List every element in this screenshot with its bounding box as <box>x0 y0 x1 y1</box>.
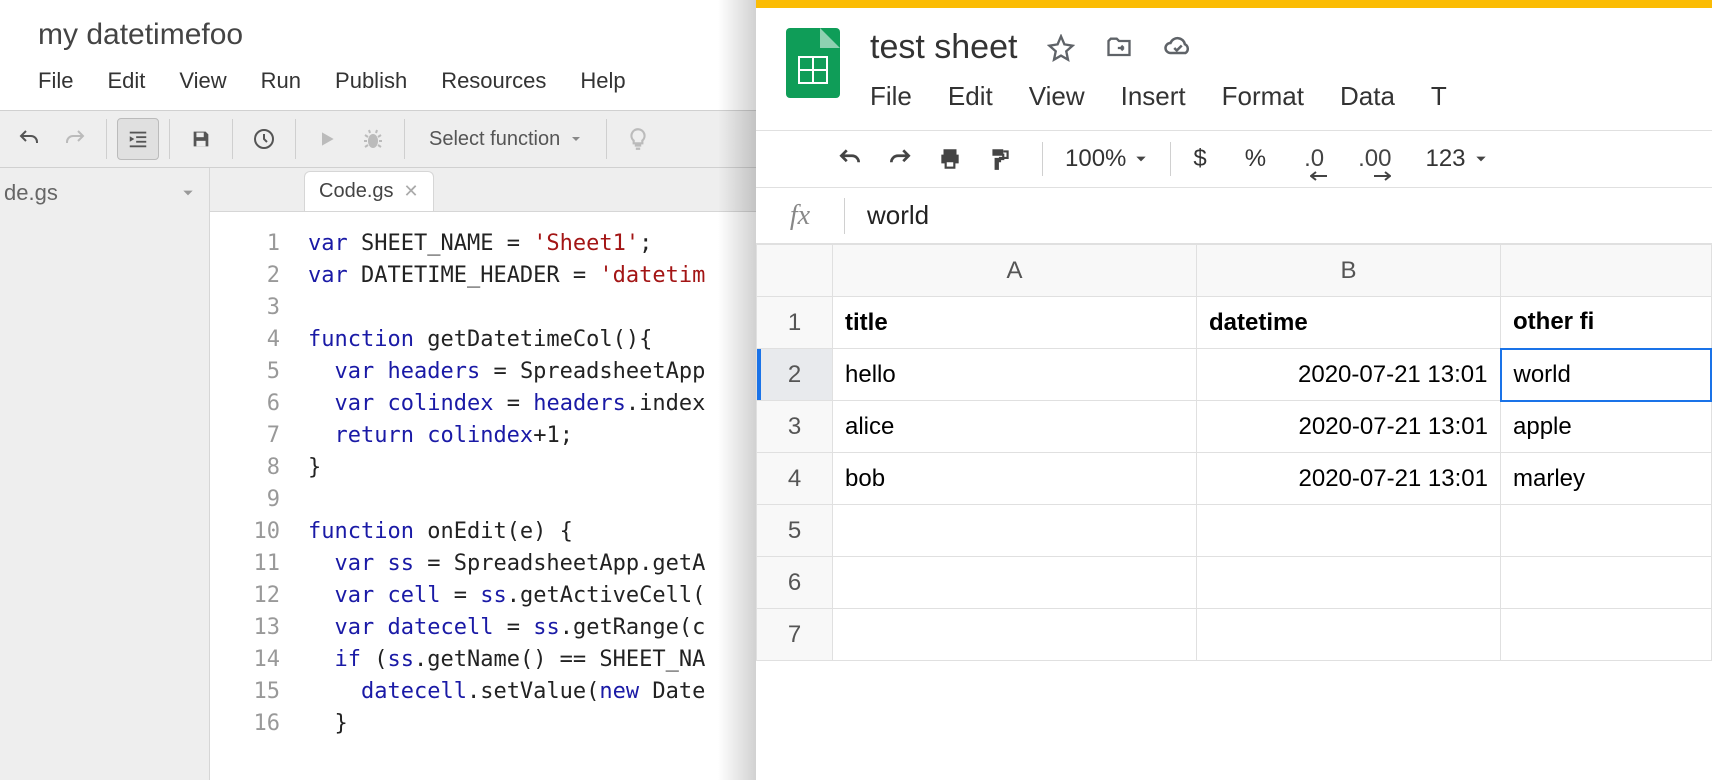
zoom-selector[interactable]: 100% <box>1065 145 1148 173</box>
sheets-menubar: File Edit View Insert Format Data T <box>870 67 1712 130</box>
menu-insert[interactable]: Insert <box>1121 81 1186 112</box>
function-selector[interactable]: Select function <box>415 128 596 151</box>
code-text[interactable]: var SHEET_NAME = 'Sheet1';var DATETIME_H… <box>292 212 756 780</box>
row-header-3[interactable]: 3 <box>757 401 833 453</box>
menu-edit[interactable]: Edit <box>948 81 993 112</box>
cell-a3[interactable]: alice <box>833 401 1197 453</box>
sheets-toolbar: 100% $ % .0 .00 123 <box>756 130 1712 188</box>
currency-button[interactable]: $ <box>1193 145 1206 173</box>
print-button[interactable] <box>930 139 970 179</box>
menu-help[interactable]: Help <box>580 68 625 94</box>
cell-c7[interactable] <box>1501 609 1712 661</box>
debug-button[interactable] <box>352 118 394 160</box>
cloud-saved-icon[interactable] <box>1163 33 1193 63</box>
cell-b4[interactable]: 2020-07-21 13:01 <box>1197 453 1501 505</box>
cell-c4[interactable]: marley <box>1501 453 1712 505</box>
select-all-cell[interactable] <box>757 245 833 297</box>
row-header-5[interactable]: 5 <box>757 505 833 557</box>
row-header-1[interactable]: 1 <box>757 297 833 349</box>
cell-a4[interactable]: bob <box>833 453 1197 505</box>
menu-tools[interactable]: T <box>1431 81 1447 112</box>
col-header-a[interactable]: A <box>833 245 1197 297</box>
close-icon[interactable]: ✕ <box>404 181 419 202</box>
file-sidebar: de.gs <box>0 168 210 780</box>
row-header-2[interactable]: 2 <box>757 349 833 401</box>
ide-toolbar: Select function <box>0 110 756 168</box>
cell-b3[interactable]: 2020-07-21 13:01 <box>1197 401 1501 453</box>
cell-b1[interactable]: datetime <box>1197 297 1501 349</box>
run-button[interactable] <box>306 118 348 160</box>
line-gutter: 12345678910111213141516 <box>210 212 292 780</box>
google-sheets: test sheet File Edit View Insert Format … <box>756 0 1712 780</box>
cell-b6[interactable] <box>1197 557 1501 609</box>
cell-c6[interactable] <box>1501 557 1712 609</box>
chevron-down-icon <box>181 186 195 200</box>
cell-c5[interactable] <box>1501 505 1712 557</box>
decrease-decimal-button[interactable]: .0 <box>1304 139 1324 179</box>
sheets-logo-icon[interactable] <box>786 28 840 98</box>
lightbulb-icon[interactable] <box>617 118 659 160</box>
cell-c2[interactable]: world <box>1501 349 1712 401</box>
menu-format[interactable]: Format <box>1222 81 1304 112</box>
percent-button[interactable]: % <box>1245 145 1266 173</box>
cell-a1[interactable]: title <box>833 297 1197 349</box>
menu-run[interactable]: Run <box>261 68 301 94</box>
spreadsheet-grid[interactable]: A B 1 title datetime other fi 2 hello 20… <box>756 244 1712 780</box>
cell-c3[interactable]: apple <box>1501 401 1712 453</box>
code-area[interactable]: 12345678910111213141516 var SHEET_NAME =… <box>210 212 756 780</box>
undo-button[interactable] <box>8 118 50 160</box>
undo-button[interactable] <box>830 139 870 179</box>
ide-menubar: File Edit View Run Publish Resources Hel… <box>0 58 756 110</box>
increase-decimal-button[interactable]: .00 <box>1358 139 1391 179</box>
indent-button[interactable] <box>117 118 159 160</box>
redo-button[interactable] <box>880 139 920 179</box>
fx-icon: fx <box>756 200 844 232</box>
doc-title[interactable]: test sheet <box>870 28 1017 67</box>
cell-a6[interactable] <box>833 557 1197 609</box>
menu-file[interactable]: File <box>38 68 73 94</box>
code-editor: Code.gs ✕ 12345678910111213141516 var SH… <box>210 168 756 780</box>
sidebar-file-code[interactable]: de.gs <box>0 168 209 218</box>
cell-a5[interactable] <box>833 505 1197 557</box>
menu-edit[interactable]: Edit <box>107 68 145 94</box>
row-header-7[interactable]: 7 <box>757 609 833 661</box>
col-header-b[interactable]: B <box>1197 245 1501 297</box>
row-header-4[interactable]: 4 <box>757 453 833 505</box>
menu-publish[interactable]: Publish <box>335 68 407 94</box>
browser-accent-bar <box>756 0 1712 8</box>
menu-data[interactable]: Data <box>1340 81 1395 112</box>
row-header-6[interactable]: 6 <box>757 557 833 609</box>
apps-script-ide: my datetimefoo File Edit View Run Publis… <box>0 0 756 780</box>
menu-resources[interactable]: Resources <box>441 68 546 94</box>
menu-view[interactable]: View <box>179 68 226 94</box>
menu-view[interactable]: View <box>1029 81 1085 112</box>
col-header-c[interactable] <box>1501 245 1712 297</box>
formula-input[interactable]: world <box>845 200 1712 231</box>
redo-button[interactable] <box>54 118 96 160</box>
cell-c1[interactable]: other fi <box>1501 297 1712 349</box>
cell-a7[interactable] <box>833 609 1197 661</box>
star-icon[interactable] <box>1047 34 1075 62</box>
cell-b2[interactable]: 2020-07-21 13:01 <box>1197 349 1501 401</box>
cell-b5[interactable] <box>1197 505 1501 557</box>
move-icon[interactable] <box>1105 34 1133 62</box>
paint-format-button[interactable] <box>980 139 1020 179</box>
cell-b7[interactable] <box>1197 609 1501 661</box>
triggers-button[interactable] <box>243 118 285 160</box>
editor-tab-code[interactable]: Code.gs ✕ <box>304 171 434 211</box>
cell-a2[interactable]: hello <box>833 349 1197 401</box>
more-formats-button[interactable]: 123 <box>1425 145 1487 173</box>
save-button[interactable] <box>180 118 222 160</box>
menu-file[interactable]: File <box>870 81 912 112</box>
formula-bar: fx world <box>756 188 1712 244</box>
project-title[interactable]: my datetimefoo <box>0 0 756 58</box>
